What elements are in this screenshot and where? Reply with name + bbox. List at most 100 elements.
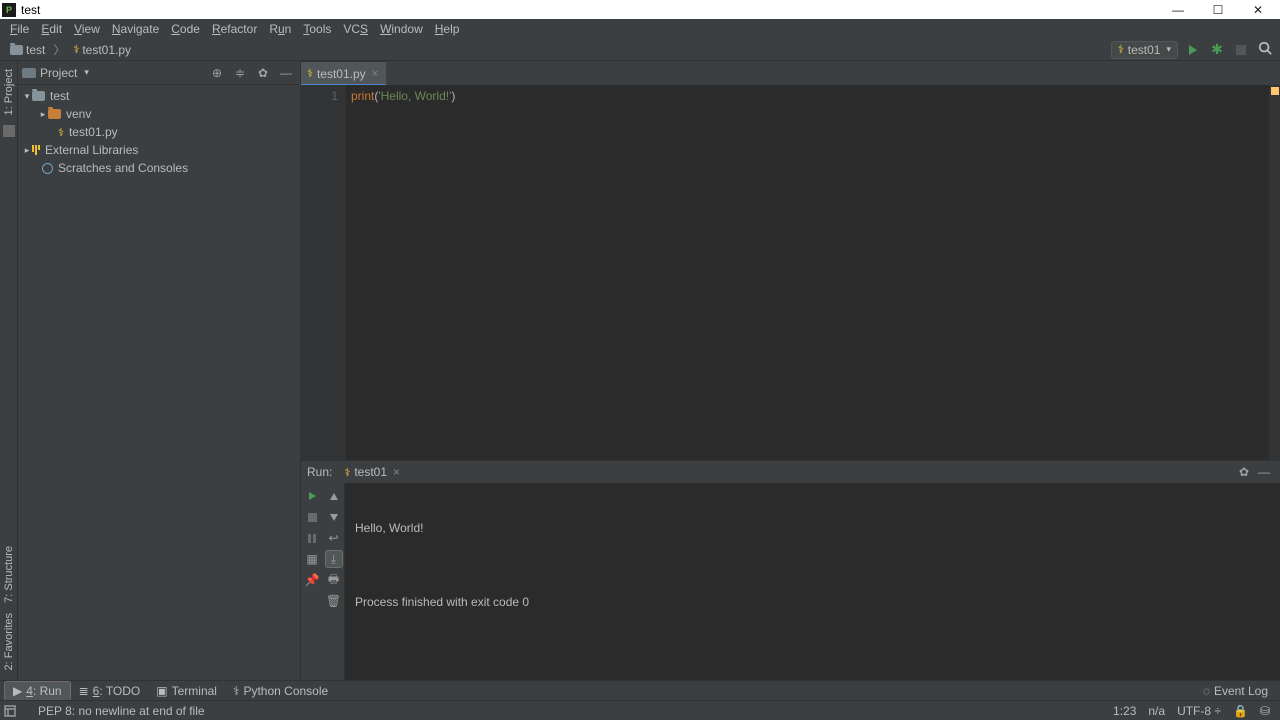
window-maximize-button[interactable]: ☐ xyxy=(1198,0,1238,19)
left-tool-gutter: 1: Project 7: Structure 2: Favorites xyxy=(0,61,18,680)
tree-node-file[interactable]: ▸ ⚕ test01.py xyxy=(18,123,300,141)
play-icon xyxy=(1189,45,1197,55)
gutter-favorites-button[interactable]: 2: Favorites xyxy=(2,609,16,674)
breadcrumbs: test 〉 ⚕ test01.py xyxy=(6,41,1111,58)
collapse-all-button[interactable]: ≑ xyxy=(230,63,250,83)
editor-tab[interactable]: ⚕ test01.py × xyxy=(301,61,386,85)
chevron-down-icon[interactable]: ▾ xyxy=(22,91,32,102)
menu-window[interactable]: Window xyxy=(374,20,429,38)
toolwindow-python-console-button[interactable]: ⚕Python Console xyxy=(225,682,336,700)
tree-node-external-libraries[interactable]: ▸ External Libraries xyxy=(18,141,300,159)
window-title: test xyxy=(21,3,1158,17)
project-icon xyxy=(22,68,36,78)
gutter-square-button[interactable] xyxy=(3,125,15,137)
stop-icon xyxy=(1236,45,1246,55)
app-icon: P xyxy=(2,3,16,17)
menu-tools[interactable]: Tools xyxy=(297,20,337,38)
run-tab-label: test01 xyxy=(354,465,387,479)
window-close-button[interactable]: ✕ xyxy=(1238,0,1278,19)
close-tab-button[interactable]: × xyxy=(393,465,400,479)
search-everywhere-button[interactable] xyxy=(1256,41,1274,59)
menu-refactor[interactable]: Refactor xyxy=(206,20,263,38)
down-arrow-icon xyxy=(330,514,338,521)
layout-button[interactable]: ▦ xyxy=(303,550,321,568)
pause-button[interactable] xyxy=(303,529,321,547)
event-log-button[interactable]: ◌Event Log xyxy=(1195,682,1276,700)
menu-file[interactable]: File xyxy=(4,20,35,38)
debug-button[interactable]: ✱ xyxy=(1208,41,1226,59)
run-settings-button[interactable]: ✿ xyxy=(1234,462,1254,482)
pin-button[interactable]: 📌 xyxy=(303,571,321,589)
gutter-structure-button[interactable]: 7: Structure xyxy=(2,542,16,607)
editor-error-stripe[interactable] xyxy=(1269,85,1280,460)
tree-node-project-root[interactable]: ▾ test xyxy=(18,87,300,105)
inspections-indicator[interactable]: n/a xyxy=(1142,704,1171,718)
bottom-tool-window-bar: ▶4: Run ≣6: TODO ▣Terminal ⚕Python Conso… xyxy=(0,680,1280,700)
menu-navigate[interactable]: Navigate xyxy=(106,20,165,38)
run-toolbar-left1: ▦ 📌 xyxy=(301,483,323,680)
titlebar: P test — ☐ ✕ xyxy=(0,0,1280,19)
hide-button[interactable]: — xyxy=(276,63,296,83)
read-only-toggle[interactable]: 🔒 xyxy=(1227,704,1254,718)
tree-node-scratches[interactable]: ▸ Scratches and Consoles xyxy=(18,159,300,177)
python-icon: ⚕ xyxy=(344,466,350,479)
stop-button[interactable] xyxy=(1232,41,1250,59)
tree-label: venv xyxy=(66,107,91,121)
tree-label: Scratches and Consoles xyxy=(58,161,188,175)
memory-indicator[interactable]: ⛁ xyxy=(1254,704,1276,718)
menu-view[interactable]: View xyxy=(68,20,106,38)
soft-wrap-button[interactable]: ↩ xyxy=(325,529,343,547)
hide-button[interactable]: — xyxy=(1254,462,1274,482)
rerun-button[interactable] xyxy=(303,487,321,505)
warning-marker[interactable] xyxy=(1271,87,1279,95)
editor-tab-label: test01.py xyxy=(317,67,366,81)
file-encoding[interactable]: UTF-8 ÷ xyxy=(1171,704,1227,718)
run-button[interactable] xyxy=(1184,41,1202,59)
menu-run[interactable]: Run xyxy=(263,20,297,38)
menu-code[interactable]: Code xyxy=(165,20,206,38)
code-content[interactable]: print('Hello, World!') xyxy=(346,85,979,460)
tree-node-venv[interactable]: ▸ venv xyxy=(18,105,300,123)
tree-label: External Libraries xyxy=(45,143,138,157)
print-button[interactable]: 🖶 xyxy=(325,571,343,589)
window-minimize-button[interactable]: — xyxy=(1158,0,1198,19)
locate-file-button[interactable]: ⊕ xyxy=(207,63,227,83)
run-panel-label: Run: xyxy=(307,465,332,479)
run-console[interactable]: Hello, World! Process finished with exit… xyxy=(345,483,1280,680)
down-stack-button[interactable] xyxy=(325,508,343,526)
chevron-right-icon[interactable]: ▸ xyxy=(38,109,48,120)
project-view-selector[interactable]: Project ▾ xyxy=(22,66,207,80)
breadcrumb-file[interactable]: ⚕ test01.py xyxy=(69,42,135,58)
toolwindow-terminal-button[interactable]: ▣Terminal xyxy=(148,682,225,700)
scroll-to-end-button[interactable]: ⤓ xyxy=(325,550,343,568)
breadcrumb-project[interactable]: test xyxy=(6,42,49,58)
run-tool-window: Run: ⚕ test01 × ✿ — ▦ 📌 xyxy=(301,460,1280,680)
toolwindow-todo-button[interactable]: ≣6: TODO xyxy=(71,682,149,700)
gutter-project-button[interactable]: 1: Project xyxy=(2,65,16,119)
settings-button[interactable]: ✿ xyxy=(253,63,273,83)
code-editor[interactable]: 1 print('Hello, World!') xyxy=(301,85,1280,460)
toolwindow-run-button[interactable]: ▶4: Run xyxy=(4,681,71,701)
close-tab-button[interactable]: × xyxy=(370,68,380,80)
menu-help[interactable]: Help xyxy=(429,20,466,38)
menu-vcs[interactable]: VCS xyxy=(337,20,374,38)
editor-right-pane xyxy=(979,85,1269,460)
terminal-icon: ▣ xyxy=(156,684,167,698)
tree-label: test01.py xyxy=(69,125,118,139)
run-config-selector[interactable]: ⚕ test01 ▾ xyxy=(1111,41,1178,59)
stop-icon xyxy=(308,513,317,522)
project-tree[interactable]: ▾ test ▸ venv ▸ ⚕ test01.py ▸ External L… xyxy=(18,85,300,680)
clear-all-button[interactable]: 🗑 xyxy=(325,592,343,610)
chevron-right-icon[interactable]: ▸ xyxy=(22,145,32,156)
run-tab[interactable]: ⚕ test01 × xyxy=(340,464,404,480)
console-line: Hello, World! xyxy=(355,519,1270,537)
bug-icon: ✱ xyxy=(1211,41,1223,58)
scratch-icon xyxy=(42,163,53,174)
up-stack-button[interactable] xyxy=(325,487,343,505)
python-icon: ⚕ xyxy=(1118,43,1124,56)
stop-run-button[interactable] xyxy=(303,508,321,526)
toggle-tool-windows-button[interactable] xyxy=(4,705,16,717)
tree-label: test xyxy=(50,89,69,103)
menu-edit[interactable]: Edit xyxy=(35,20,68,38)
cursor-position[interactable]: 1:23 xyxy=(1107,704,1142,718)
